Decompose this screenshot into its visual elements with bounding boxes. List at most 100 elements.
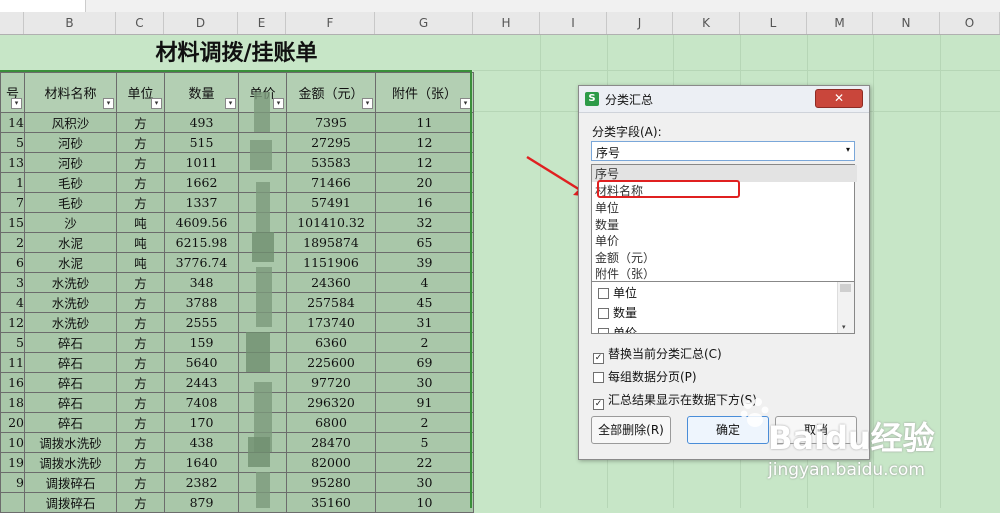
cell-amount[interactable]: 1895874 xyxy=(286,232,376,253)
cell-unit[interactable]: 方 xyxy=(116,452,165,473)
cell-attach[interactable]: 45 xyxy=(375,292,474,313)
checkbox[interactable]: ✓ xyxy=(593,399,604,410)
cell-price[interactable] xyxy=(238,232,287,253)
cell-seq[interactable]: 19 xyxy=(0,452,25,473)
cell-amount[interactable]: 1151906 xyxy=(286,252,376,273)
cell-qty[interactable]: 1011 xyxy=(164,152,239,173)
checklist-item[interactable]: 数量 xyxy=(598,304,637,322)
option-page-break[interactable]: 每组数据分页(P) xyxy=(593,368,697,385)
cell-price[interactable] xyxy=(238,152,287,173)
cell-price[interactable] xyxy=(238,112,287,133)
cell-amount[interactable]: 7395 xyxy=(286,112,376,133)
cell-unit[interactable]: 吨 xyxy=(116,232,165,253)
cell-attach[interactable]: 10 xyxy=(375,492,474,513)
cell-amount[interactable]: 101410.32 xyxy=(286,212,376,233)
cell-unit[interactable]: 方 xyxy=(116,172,165,193)
cell-price[interactable] xyxy=(238,372,287,393)
cell-seq[interactable]: 7 xyxy=(0,192,25,213)
cell-amount[interactable]: 71466 xyxy=(286,172,376,193)
column-header[interactable]: G xyxy=(375,12,473,34)
cell-seq[interactable]: 16 xyxy=(0,372,25,393)
column-header[interactable]: H xyxy=(473,12,540,34)
cell-price[interactable] xyxy=(238,492,287,513)
header-unit[interactable]: 单位 ▾ xyxy=(116,72,165,113)
cell-qty[interactable]: 348 xyxy=(164,272,239,293)
filter-button[interactable]: ▾ xyxy=(362,98,373,109)
cell-seq[interactable]: 5 xyxy=(0,332,25,353)
cell-qty[interactable]: 2443 xyxy=(164,372,239,393)
cell-unit[interactable]: 方 xyxy=(116,412,165,433)
column-header[interactable]: I xyxy=(540,12,607,34)
field-select[interactable]: 序号 ▾ xyxy=(591,141,855,161)
cell-attach[interactable]: 32 xyxy=(375,212,474,233)
cell-qty[interactable]: 6215.98 xyxy=(164,232,239,253)
cell-material[interactable]: 风积沙 xyxy=(24,112,117,133)
cell-material[interactable]: 毛砂 xyxy=(24,172,117,193)
cell-unit[interactable]: 方 xyxy=(116,132,165,153)
filter-button[interactable]: ▾ xyxy=(225,98,236,109)
cell-attach[interactable]: 69 xyxy=(375,352,474,373)
cell-unit[interactable]: 方 xyxy=(116,472,165,493)
cell-price[interactable] xyxy=(238,332,287,353)
cell-material[interactable]: 碎石 xyxy=(24,372,117,393)
cell-material[interactable]: 碎石 xyxy=(24,392,117,413)
cell-qty[interactable]: 3776.74 xyxy=(164,252,239,273)
header-amount[interactable]: 金额（元） ▾ xyxy=(286,72,376,113)
cell-unit[interactable]: 方 xyxy=(116,112,165,133)
filter-button[interactable]: ▾ xyxy=(11,98,22,109)
cell-seq[interactable]: 3 xyxy=(0,272,25,293)
cell-material[interactable]: 水洗砂 xyxy=(24,272,117,293)
cell-amount[interactable]: 225600 xyxy=(286,352,376,373)
cancel-button[interactable]: 取消 xyxy=(775,416,857,444)
scrollbar[interactable]: ▾ xyxy=(837,282,854,333)
cell-price[interactable] xyxy=(238,192,287,213)
header-material[interactable]: 材料名称 ▾ xyxy=(24,72,117,113)
chevron-down-icon[interactable]: ▾ xyxy=(846,145,850,154)
cell-price[interactable] xyxy=(238,292,287,313)
cell-qty[interactable]: 515 xyxy=(164,132,239,153)
dialog-titlebar[interactable]: S 分类汇总 ✕ xyxy=(579,86,869,113)
cell-material[interactable]: 调拨水洗砂 xyxy=(24,452,117,473)
column-header[interactable]: O xyxy=(940,12,1000,34)
column-header-a[interactable] xyxy=(0,12,24,34)
cell-unit[interactable]: 方 xyxy=(116,332,165,353)
cell-unit[interactable]: 方 xyxy=(116,312,165,333)
cell-unit[interactable]: 方 xyxy=(116,352,165,373)
cell-attach[interactable]: 2 xyxy=(375,332,474,353)
header-seq[interactable]: 号 ▾ xyxy=(0,72,25,113)
cell-material[interactable]: 调拨水洗砂 xyxy=(24,432,117,453)
cell-attach[interactable]: 5 xyxy=(375,432,474,453)
cell-seq[interactable]: 2 xyxy=(0,232,25,253)
column-header[interactable]: K xyxy=(673,12,740,34)
cell-price[interactable] xyxy=(238,352,287,373)
cell-qty[interactable]: 5640 xyxy=(164,352,239,373)
checkbox[interactable]: ✓ xyxy=(593,353,604,364)
cell-qty[interactable]: 1662 xyxy=(164,172,239,193)
cell-unit[interactable]: 方 xyxy=(116,152,165,173)
cell-amount[interactable]: 27295 xyxy=(286,132,376,153)
delete-all-button[interactable]: 全部删除(R) xyxy=(591,416,671,444)
cell-price[interactable] xyxy=(238,212,287,233)
cell-price[interactable] xyxy=(238,172,287,193)
cell-price[interactable] xyxy=(238,392,287,413)
cell-material[interactable]: 河砂 xyxy=(24,152,117,173)
cell-attach[interactable]: 2 xyxy=(375,412,474,433)
cell-seq[interactable]: 10 xyxy=(0,432,25,453)
cell-seq[interactable]: 20 xyxy=(0,412,25,433)
checklist-item[interactable]: 单价 xyxy=(598,324,637,333)
cell-amount[interactable]: 28470 xyxy=(286,432,376,453)
cell-attach[interactable]: 30 xyxy=(375,472,474,493)
sheet-tab[interactable] xyxy=(0,0,86,12)
cell-material[interactable]: 水泥 xyxy=(24,252,117,273)
cell-unit[interactable]: 方 xyxy=(116,272,165,293)
checkbox[interactable] xyxy=(598,328,609,333)
cell-attach[interactable]: 11 xyxy=(375,112,474,133)
cell-seq[interactable]: 6 xyxy=(0,252,25,273)
cell-material[interactable]: 毛砂 xyxy=(24,192,117,213)
cell-unit[interactable]: 方 xyxy=(116,392,165,413)
option-replace[interactable]: ✓ 替换当前分类汇总(C) xyxy=(593,345,722,364)
cell-material[interactable]: 水泥 xyxy=(24,232,117,253)
column-header[interactable]: M xyxy=(807,12,873,34)
cell-attach[interactable]: 4 xyxy=(375,272,474,293)
header-attach[interactable]: 附件（张） ▾ xyxy=(375,72,474,113)
